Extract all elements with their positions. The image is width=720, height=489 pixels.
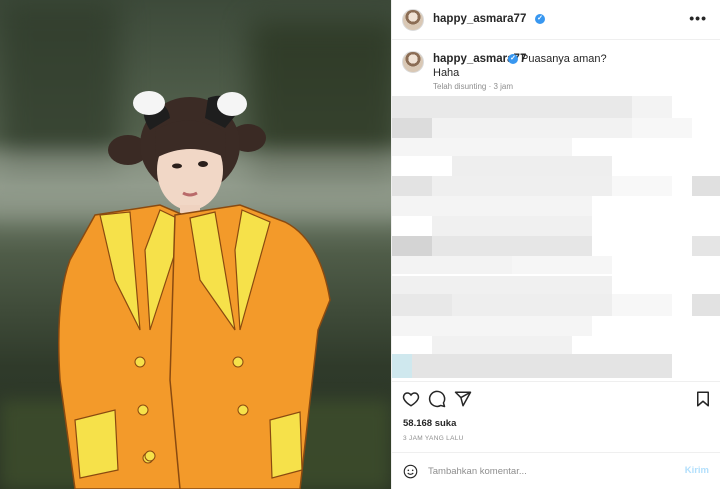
pixelated-comments-area (392, 96, 720, 380)
photo-illustration (58, 91, 331, 489)
avatar[interactable] (402, 9, 424, 31)
post-author-username[interactable]: happy_asmara77 (433, 13, 526, 25)
pixelated-block (392, 96, 632, 118)
pixelated-block (392, 118, 432, 138)
pixelated-block (392, 176, 432, 196)
pixelated-block (432, 336, 572, 354)
pixelated-block (632, 118, 692, 138)
verified-badge-icon: ✓ (508, 54, 518, 64)
pixelated-block (392, 316, 592, 336)
comment-input[interactable] (428, 462, 668, 480)
pixelated-block (612, 294, 672, 316)
post-panel: happy_asmara77 ✓ ••• happy_asmara77 ✓ Pu… (391, 0, 720, 489)
pixelated-block (632, 96, 672, 118)
post-image[interactable] (0, 0, 391, 489)
caption-meta: Telah disunting · 3 jam (433, 82, 514, 91)
heart-icon[interactable] (402, 390, 420, 408)
pixelated-block (432, 118, 632, 138)
more-options-icon[interactable]: ••• (689, 10, 707, 26)
pixelated-block (392, 294, 452, 316)
pixelated-block (452, 156, 612, 176)
pixelated-block (392, 236, 432, 256)
share-icon[interactable] (454, 390, 472, 408)
caption-text: Puasanya aman? (521, 53, 607, 65)
send-button[interactable]: Kirim (685, 465, 709, 476)
pixelated-block (452, 294, 612, 316)
pixelated-block (512, 256, 612, 274)
pixelated-block (392, 256, 512, 274)
bookmark-icon[interactable] (694, 390, 712, 408)
action-bar: 58.168 suka 3 JAM YANG LALU (392, 381, 720, 451)
pixelated-block (392, 138, 572, 156)
pixelated-block (692, 294, 720, 316)
face (155, 120, 226, 219)
pixelated-block (432, 176, 612, 196)
likes-count[interactable]: 58.168 suka (403, 418, 456, 429)
verified-badge-icon: ✓ (535, 14, 545, 24)
caption-text-line2: Haha (433, 67, 460, 79)
emoji-icon[interactable] (403, 464, 418, 479)
pixelated-block (392, 354, 412, 378)
pixelated-block (692, 176, 720, 196)
post-header: happy_asmara77 ✓ ••• (392, 0, 720, 40)
pixelated-block (392, 276, 612, 296)
pixelated-block (392, 354, 672, 378)
post-timestamp[interactable]: 3 JAM YANG LALU (403, 435, 464, 442)
add-comment-bar: Kirim (392, 452, 720, 489)
pixelated-block (392, 196, 592, 216)
pixelated-block (432, 236, 592, 256)
pixelated-block (432, 216, 592, 236)
comment-icon[interactable] (428, 390, 446, 408)
pixelated-block (612, 176, 672, 196)
avatar[interactable] (402, 51, 424, 73)
pixelated-block (692, 236, 720, 256)
